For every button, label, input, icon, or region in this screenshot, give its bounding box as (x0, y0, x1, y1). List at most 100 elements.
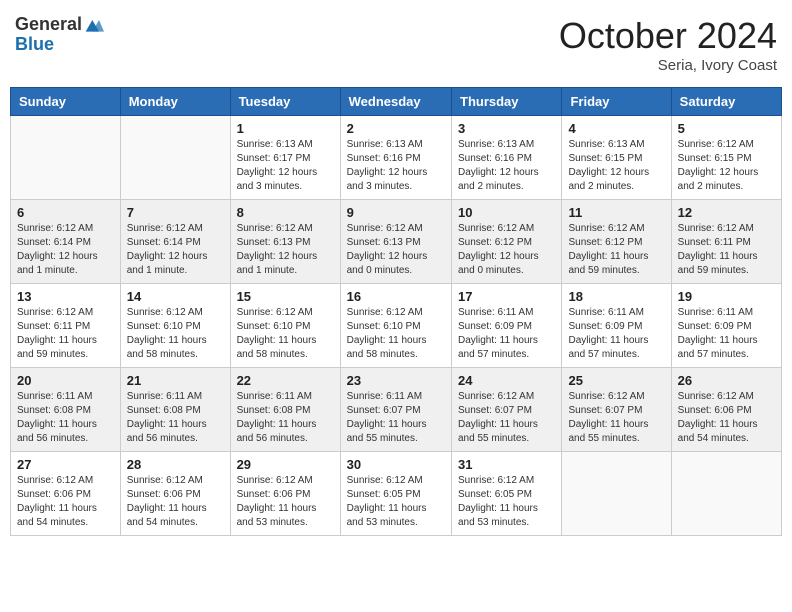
calendar-cell: 29 Sunrise: 6:12 AMSunset: 6:06 PMDayligh… (230, 452, 340, 536)
calendar-cell: 17Sunrise: 6:11 AMSunset: 6:09 PMDayligh… (452, 284, 562, 368)
calendar-cell: 28 Sunrise: 6:12 AMSunset: 6:06 PMDayligh… (120, 452, 230, 536)
weekday-header-tuesday: Tuesday (230, 88, 340, 116)
calendar-cell: 22Sunrise: 6:11 AMSunset: 6:08 PMDayligh… (230, 368, 340, 452)
day-number: 3 (458, 121, 555, 136)
day-info: Sunrise: 6:12 AMSunset: 6:12 PMDaylight:… (568, 222, 664, 278)
weekday-header-row: SundayMondayTuesdayWednesdayThursdayFrid… (11, 88, 782, 116)
calendar-week-row: 13Sunrise: 6:12 AMSunset: 6:11 PMDayligh… (11, 284, 782, 368)
calendar-cell: 8Sunrise: 6:12 AMSunset: 6:13 PMDaylight… (230, 200, 340, 284)
calendar-cell: 7 Sunrise: 6:12 AMSunset: 6:14 PMDaylight… (120, 200, 230, 284)
day-info: Sunrise: 6:11 AMSunset: 6:09 PMDaylight:… (568, 306, 664, 362)
calendar-cell: 30 Sunrise: 6:12 AMSunset: 6:05 PMDayligh… (340, 452, 451, 536)
day-info: Sunrise: 6:13 AMSunset: 6:17 PMDaylight:… (237, 138, 334, 194)
title-block: October 2024 Seria, Ivory Coast (559, 15, 777, 74)
day-info: Sunrise: 6:12 AMSunset: 6:10 PMDaylight:… (237, 306, 334, 362)
day-info: Sunrise: 6:12 AMSunset: 6:11 PMDaylight:… (678, 222, 775, 278)
location-subtitle: Seria, Ivory Coast (559, 57, 777, 74)
day-number: 16 (347, 289, 445, 304)
day-number: 11 (568, 205, 664, 220)
day-number: 23 (347, 373, 445, 388)
logo-blue-text: Blue (15, 34, 54, 54)
day-info: Sunrise: 6:12 AMSunset: 6:06 PMDaylight:… (678, 390, 775, 446)
day-info: Sunrise: 6:12 AMSunset: 6:05 PMDaylight:… (458, 474, 555, 530)
weekday-header-thursday: Thursday (452, 88, 562, 116)
day-info: Sunrise: 6:13 AMSunset: 6:16 PMDaylight:… (347, 138, 445, 194)
day-info: Sunrise: 6:11 AMSunset: 6:08 PMDaylight:… (127, 390, 224, 446)
calendar-cell: 25 Sunrise: 6:12 AMSunset: 6:07 PMDayligh… (562, 368, 671, 452)
day-number: 22 (237, 373, 334, 388)
day-number: 5 (678, 121, 775, 136)
calendar-cell: 14 Sunrise: 6:12 AMSunset: 6:10 PMDayligh… (120, 284, 230, 368)
day-number: 8 (237, 205, 334, 220)
calendar-cell: 3 Sunrise: 6:13 AMSunset: 6:16 PMDaylight… (452, 116, 562, 200)
calendar-cell (120, 116, 230, 200)
page-header: General Blue October 2024 Seria, Ivory C… (10, 10, 782, 79)
day-info: Sunrise: 6:12 AMSunset: 6:12 PMDaylight:… (458, 222, 555, 278)
calendar-cell: 16Sunrise: 6:12 AMSunset: 6:10 PMDayligh… (340, 284, 451, 368)
calendar-cell: 5Sunrise: 6:12 AMSunset: 6:15 PMDaylight… (671, 116, 781, 200)
calendar-cell: 20Sunrise: 6:11 AMSunset: 6:08 PMDayligh… (11, 368, 121, 452)
weekday-header-monday: Monday (120, 88, 230, 116)
calendar-cell: 13Sunrise: 6:12 AMSunset: 6:11 PMDayligh… (11, 284, 121, 368)
day-number: 18 (568, 289, 664, 304)
calendar-cell: 24 Sunrise: 6:12 AMSunset: 6:07 PMDayligh… (452, 368, 562, 452)
weekday-header-friday: Friday (562, 88, 671, 116)
calendar-cell: 12Sunrise: 6:12 AMSunset: 6:11 PMDayligh… (671, 200, 781, 284)
day-number: 14 (127, 289, 224, 304)
day-info: Sunrise: 6:12 AMSunset: 6:14 PMDaylight:… (17, 222, 114, 278)
day-info: Sunrise: 6:12 AMSunset: 6:06 PMDaylight:… (127, 474, 224, 530)
calendar-week-row: 27Sunrise: 6:12 AMSunset: 6:06 PMDayligh… (11, 452, 782, 536)
calendar-cell: 21 Sunrise: 6:11 AMSunset: 6:08 PMDayligh… (120, 368, 230, 452)
logo: General Blue (15, 15, 104, 55)
calendar-cell: 26Sunrise: 6:12 AMSunset: 6:06 PMDayligh… (671, 368, 781, 452)
calendar-cell: 23 Sunrise: 6:11 AMSunset: 6:07 PMDayligh… (340, 368, 451, 452)
calendar-cell: 2 Sunrise: 6:13 AMSunset: 6:16 PMDaylight… (340, 116, 451, 200)
calendar-cell: 1 Sunrise: 6:13 AMSunset: 6:17 PMDaylight… (230, 116, 340, 200)
calendar-cell (562, 452, 671, 536)
day-number: 15 (237, 289, 334, 304)
day-number: 28 (127, 457, 224, 472)
calendar-cell: 15 Sunrise: 6:12 AMSunset: 6:10 PMDayligh… (230, 284, 340, 368)
day-number: 17 (458, 289, 555, 304)
day-number: 30 (347, 457, 445, 472)
day-info: Sunrise: 6:12 AMSunset: 6:14 PMDaylight:… (127, 222, 224, 278)
day-number: 4 (568, 121, 664, 136)
calendar-cell: 31 Sunrise: 6:12 AMSunset: 6:05 PMDayligh… (452, 452, 562, 536)
weekday-header-saturday: Saturday (671, 88, 781, 116)
calendar-cell: 10Sunrise: 6:12 AMSunset: 6:12 PMDayligh… (452, 200, 562, 284)
day-number: 25 (568, 373, 664, 388)
day-info: Sunrise: 6:12 AMSunset: 6:10 PMDaylight:… (127, 306, 224, 362)
calendar-cell: 27Sunrise: 6:12 AMSunset: 6:06 PMDayligh… (11, 452, 121, 536)
day-info: Sunrise: 6:11 AMSunset: 6:07 PMDaylight:… (347, 390, 445, 446)
calendar-cell: 18 Sunrise: 6:11 AMSunset: 6:09 PMDayligh… (562, 284, 671, 368)
day-info: Sunrise: 6:13 AMSunset: 6:16 PMDaylight:… (458, 138, 555, 194)
day-info: Sunrise: 6:12 AMSunset: 6:05 PMDaylight:… (347, 474, 445, 530)
day-info: Sunrise: 6:12 AMSunset: 6:11 PMDaylight:… (17, 306, 114, 362)
day-number: 24 (458, 373, 555, 388)
day-info: Sunrise: 6:12 AMSunset: 6:13 PMDaylight:… (347, 222, 445, 278)
day-number: 29 (237, 457, 334, 472)
day-number: 1 (237, 121, 334, 136)
calendar-cell: 6 Sunrise: 6:12 AMSunset: 6:14 PMDaylight… (11, 200, 121, 284)
day-info: Sunrise: 6:11 AMSunset: 6:08 PMDaylight:… (17, 390, 114, 446)
calendar-cell: 11 Sunrise: 6:12 AMSunset: 6:12 PMDayligh… (562, 200, 671, 284)
day-number: 2 (347, 121, 445, 136)
day-info: Sunrise: 6:11 AMSunset: 6:09 PMDaylight:… (678, 306, 775, 362)
day-number: 21 (127, 373, 224, 388)
calendar-cell: 19Sunrise: 6:11 AMSunset: 6:09 PMDayligh… (671, 284, 781, 368)
day-info: Sunrise: 6:12 AMSunset: 6:07 PMDaylight:… (568, 390, 664, 446)
calendar-week-row: 1 Sunrise: 6:13 AMSunset: 6:17 PMDaylight… (11, 116, 782, 200)
day-number: 9 (347, 205, 445, 220)
day-info: Sunrise: 6:12 AMSunset: 6:06 PMDaylight:… (237, 474, 334, 530)
day-info: Sunrise: 6:12 AMSunset: 6:07 PMDaylight:… (458, 390, 555, 446)
day-number: 7 (127, 205, 224, 220)
day-info: Sunrise: 6:13 AMSunset: 6:15 PMDaylight:… (568, 138, 664, 194)
calendar-cell (11, 116, 121, 200)
day-number: 6 (17, 205, 114, 220)
day-info: Sunrise: 6:12 AMSunset: 6:06 PMDaylight:… (17, 474, 114, 530)
calendar-week-row: 20Sunrise: 6:11 AMSunset: 6:08 PMDayligh… (11, 368, 782, 452)
logo-icon (84, 15, 104, 35)
day-number: 31 (458, 457, 555, 472)
calendar-cell: 9 Sunrise: 6:12 AMSunset: 6:13 PMDaylight… (340, 200, 451, 284)
month-title: October 2024 (559, 15, 777, 57)
